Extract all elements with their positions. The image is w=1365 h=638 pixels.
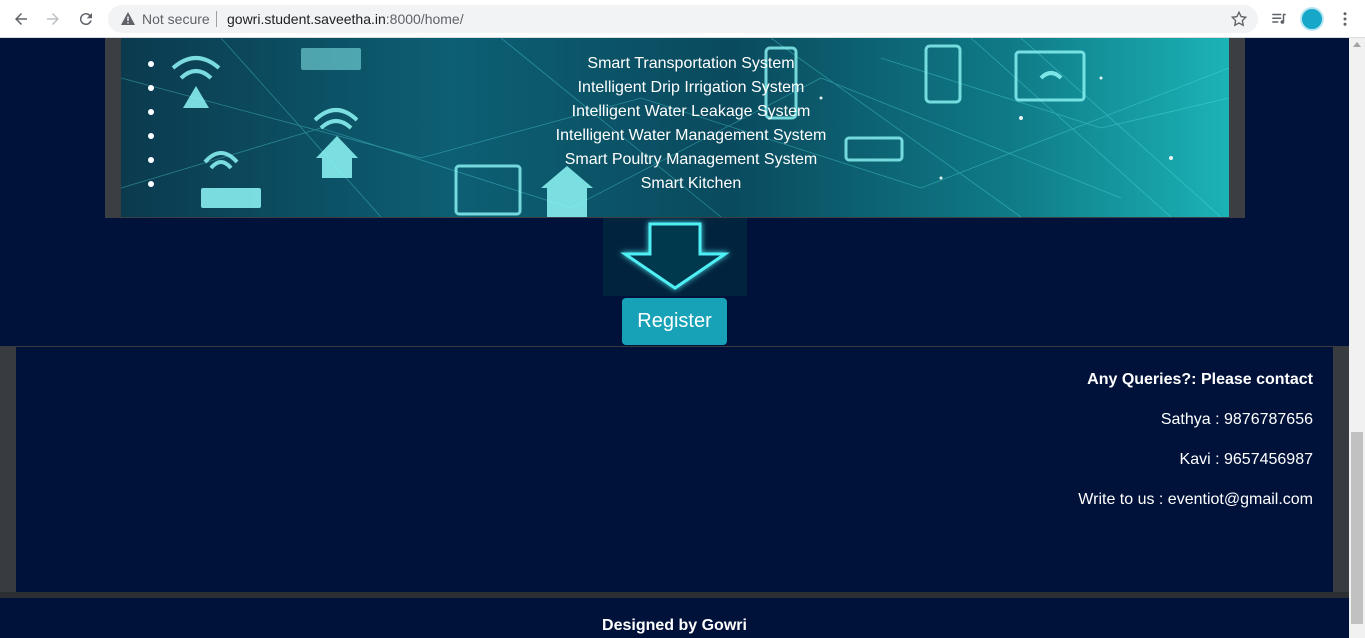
designer-credit: Designed by Gowri	[602, 617, 747, 634]
bullet-icon	[148, 181, 154, 187]
project-title: Intelligent Drip Irrigation System	[577, 79, 805, 96]
bullet-icon	[148, 133, 154, 139]
url-text[interactable]: gowri.student.saveetha.in:8000/home/	[227, 11, 464, 27]
scroll-thumb[interactable]	[1351, 432, 1363, 624]
warning-icon[interactable]	[120, 11, 136, 27]
project-title: Smart Transportation System	[587, 55, 795, 72]
bullet-icon	[148, 109, 154, 115]
list-item: Intelligent Water Management System	[121, 124, 1229, 148]
url-host: gowri.student.saveetha.in	[227, 11, 386, 27]
profile-avatar[interactable]	[1300, 7, 1324, 31]
list-item: Smart Poultry Management System	[121, 148, 1229, 172]
media-queue-icon[interactable]	[1268, 8, 1290, 30]
contact-heading: Any Queries?: Please contact	[1087, 371, 1313, 388]
menu-dots-icon[interactable]	[1334, 8, 1356, 30]
forward-icon[interactable]	[41, 7, 65, 31]
register-button[interactable]: Register	[622, 298, 727, 345]
list-item: Intelligent Water Leakage System	[121, 100, 1229, 124]
reload-icon[interactable]	[74, 7, 98, 31]
project-title: Intelligent Water Management System	[555, 127, 827, 144]
back-icon[interactable]	[9, 7, 33, 31]
project-list: Smart Transportation System Intelligent …	[121, 52, 1229, 196]
contact-kavi: Kavi : 9657456987	[1179, 451, 1313, 468]
iot-banner: Smart Transportation System Intelligent …	[121, 38, 1229, 217]
contact-sathya: Sathya : 9876787656	[1160, 411, 1313, 428]
project-title: Smart Kitchen	[640, 175, 742, 192]
contact-email: Write to us : eventiot@gmail.com	[1078, 491, 1313, 508]
omnibox-separator	[216, 11, 217, 27]
url-path: :8000/home/	[385, 11, 464, 27]
contact-panel: Any Queries?: Please contact Sathya : 98…	[16, 347, 1333, 592]
browser-toolbar: Not secure gowri.student.saveetha.in:800…	[0, 0, 1365, 38]
list-item: Intelligent Drip Irrigation System	[121, 76, 1229, 100]
list-item: Smart Transportation System	[121, 52, 1229, 76]
scroll-up-icon[interactable]	[1353, 42, 1361, 47]
down-arrow-icon	[603, 218, 747, 296]
star-icon[interactable]	[1230, 10, 1248, 28]
vertical-scrollbar[interactable]	[1349, 38, 1365, 638]
project-title: Smart Poultry Management System	[564, 151, 818, 168]
page-content: Smart Transportation System Intelligent …	[0, 38, 1349, 638]
address-bar[interactable]: Not secure gowri.student.saveetha.in:800…	[108, 5, 1258, 33]
footer-divider	[0, 592, 1349, 598]
bullet-icon	[148, 61, 154, 67]
list-item: Smart Kitchen	[121, 172, 1229, 196]
bullet-icon	[148, 157, 154, 163]
security-label[interactable]: Not secure	[142, 11, 210, 27]
bullet-icon	[148, 85, 154, 91]
project-title: Intelligent Water Leakage System	[571, 103, 811, 120]
